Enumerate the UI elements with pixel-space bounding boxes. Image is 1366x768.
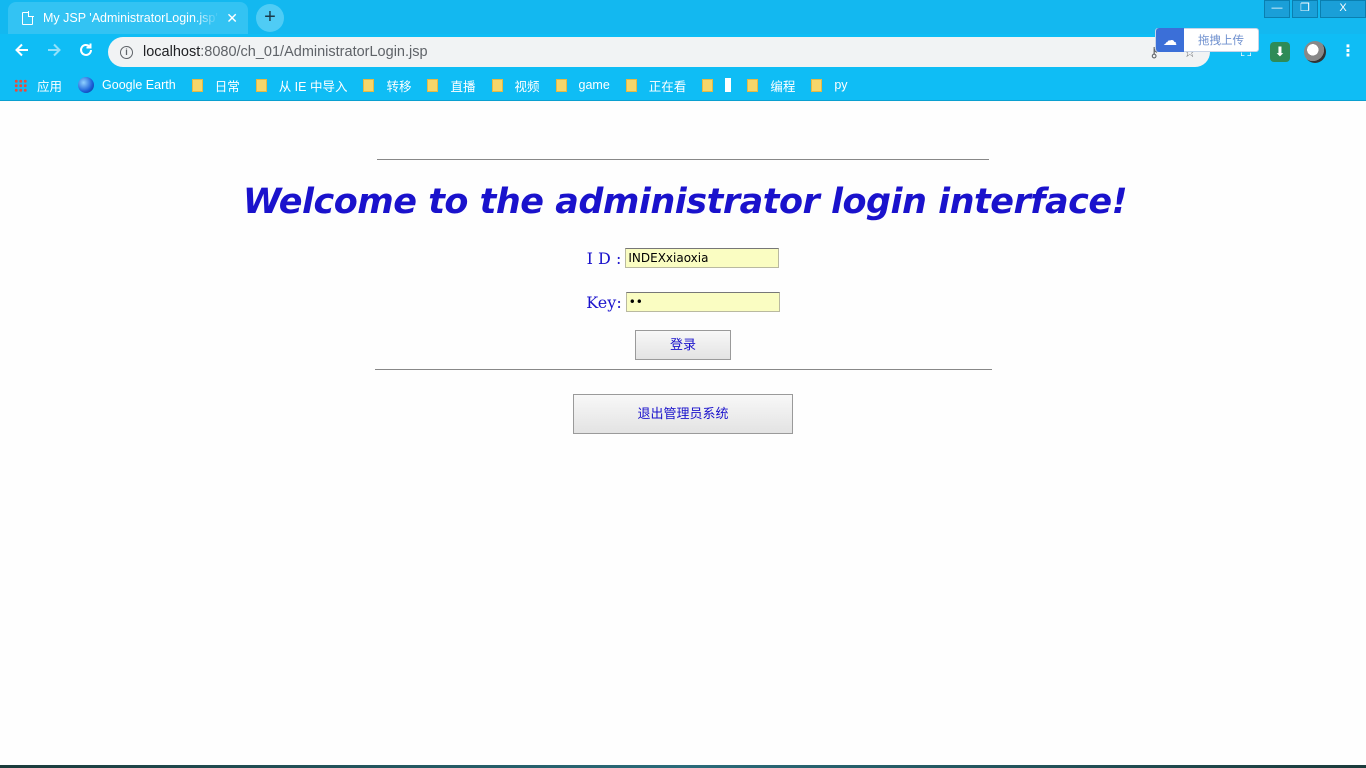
- restore-button[interactable]: ❐: [1292, 0, 1318, 18]
- new-tab-button[interactable]: +: [256, 4, 284, 32]
- download-extension-icon[interactable]: ⬇: [1270, 42, 1290, 62]
- folder-icon: [625, 78, 637, 92]
- minimize-button[interactable]: —: [1264, 0, 1290, 18]
- browser-tab[interactable]: My JSP 'AdministratorLogin.jsp' starting…: [8, 2, 248, 34]
- top-divider: [377, 159, 989, 160]
- key-label: Key:: [586, 292, 622, 312]
- folder-icon: [491, 78, 503, 92]
- folder-icon: [427, 78, 439, 92]
- browser-menu-icon[interactable]: ⋮: [1340, 42, 1356, 62]
- url-text[interactable]: localhost:8080/ch_01/AdministratorLogin.…: [143, 44, 428, 60]
- bookmark-folder-ie-import[interactable]: 从 IE 中导入: [255, 76, 348, 95]
- folder-icon: [555, 78, 567, 92]
- baidu-upload-label: 拖拽上传: [1198, 35, 1244, 47]
- bookmark-label: 从 IE 中导入: [278, 79, 348, 94]
- key-password-input[interactable]: ••: [625, 292, 780, 312]
- back-arrow-icon[interactable]: [11, 41, 33, 63]
- bookmark-google-earth[interactable]: Google Earth: [78, 77, 176, 93]
- bookmark-folder-zhuanyi[interactable]: 转移: [363, 76, 411, 95]
- bookmark-apps[interactable]: 应用: [14, 76, 62, 95]
- bookmark-label: py: [834, 78, 848, 92]
- bookmark-label: [725, 78, 732, 92]
- forward-arrow-icon[interactable]: [43, 41, 65, 63]
- bookmark-folder-richang[interactable]: 日常: [191, 76, 240, 95]
- window-controls: — ❐ X: [1262, 0, 1366, 18]
- google-earth-icon: [78, 77, 95, 93]
- folder-icon: [702, 78, 714, 92]
- bookmark-label: 视频: [514, 79, 540, 94]
- bookmark-label: 直播: [450, 79, 476, 94]
- bookmark-label: 日常: [214, 79, 240, 94]
- bookmark-label: 应用: [37, 79, 63, 94]
- bookmarks-bar: 应用 Google Earth 日常 从 IE 中导入 转移 直播 视频 gam…: [0, 70, 1366, 101]
- bookmark-folder-shipin[interactable]: 视频: [491, 76, 540, 95]
- reload-icon[interactable]: [75, 41, 97, 63]
- login-button[interactable]: 登录: [635, 330, 731, 360]
- bookmark-label: 转移: [386, 79, 412, 94]
- folder-icon: [191, 78, 203, 92]
- bookmark-label: game: [578, 78, 610, 92]
- bookmark-folder-py[interactable]: py: [811, 78, 848, 92]
- folder-icon: [747, 78, 759, 92]
- bookmark-label: 正在看: [648, 79, 687, 94]
- baidu-cloud-icon: ☁: [1156, 28, 1184, 52]
- profile-avatar-icon[interactable]: [1304, 41, 1326, 63]
- address-bar[interactable]: i localhost:8080/ch_01/AdministratorLogi…: [108, 37, 1210, 67]
- tab-title: My JSP 'AdministratorLogin.jsp' starting…: [43, 11, 220, 25]
- close-window-button[interactable]: X: [1320, 0, 1366, 18]
- page-heading: Welcome to the administrator login inter…: [242, 182, 1128, 222]
- bookmark-label: Google Earth: [102, 78, 176, 92]
- bookmark-folder-biancheng[interactable]: 编程: [747, 76, 795, 95]
- folder-icon: [255, 78, 267, 92]
- folder-icon: [811, 78, 823, 92]
- tab-close-icon[interactable]: ✕: [226, 10, 238, 27]
- id-input[interactable]: INDEXxiaoxia: [625, 248, 780, 268]
- baidu-upload-widget[interactable]: ☁ 拖拽上传: [1155, 28, 1259, 52]
- page-content: Welcome to the administrator login inter…: [0, 102, 1366, 768]
- id-row: I D : INDEXxiaoxia: [0, 248, 1366, 268]
- key-row: Key: ••: [0, 292, 1366, 312]
- bookmark-folder-game[interactable]: game: [555, 78, 610, 92]
- folder-icon: [363, 78, 375, 92]
- url-host: localhost: [143, 44, 201, 60]
- document-icon: [22, 10, 34, 25]
- site-info-icon[interactable]: i: [120, 45, 133, 59]
- id-label: I D :: [586, 248, 622, 268]
- bookmark-folder-zhibo[interactable]: 直播: [427, 76, 476, 95]
- exit-admin-button[interactable]: 退出管理员系统: [573, 394, 793, 434]
- bookmark-folder-zhengzaikan[interactable]: 正在看: [625, 76, 687, 95]
- apps-grid-icon: [14, 78, 27, 92]
- url-path: :8080/ch_01/AdministratorLogin.jsp: [200, 44, 428, 60]
- bookmark-folder-unnamed[interactable]: [702, 78, 732, 92]
- bookmark-label: 编程: [770, 79, 796, 94]
- bottom-divider: [375, 369, 992, 370]
